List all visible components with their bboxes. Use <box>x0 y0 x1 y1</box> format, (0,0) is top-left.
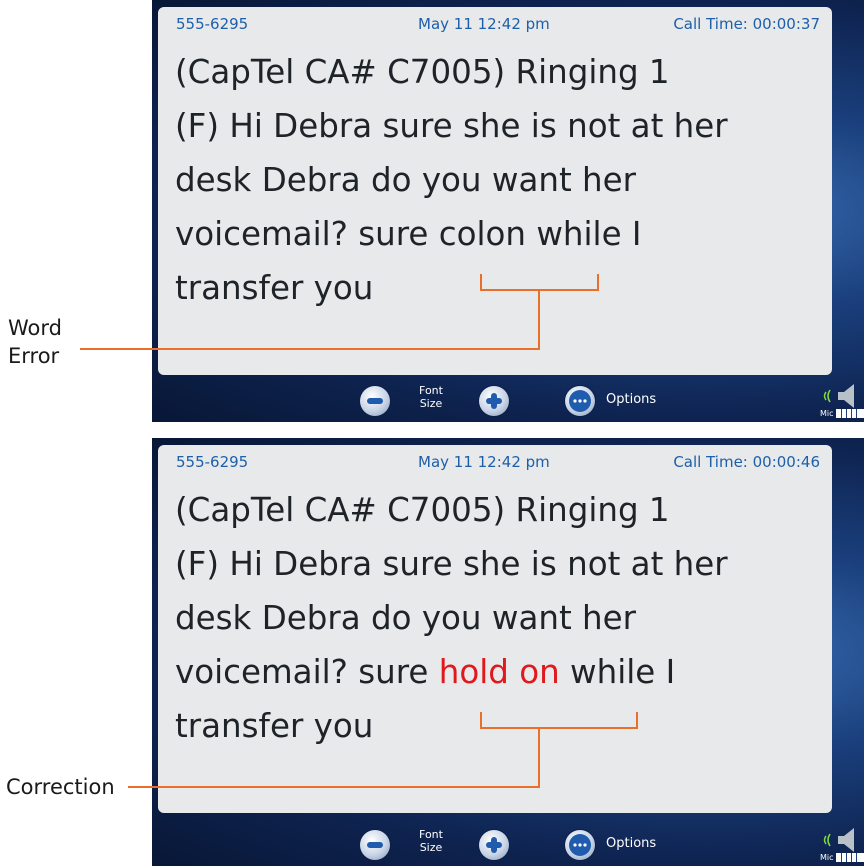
word-error-leader-line <box>80 290 540 350</box>
correction-leader-line <box>128 728 540 788</box>
callout-lines <box>80 274 638 788</box>
word-error-bracket <box>480 274 599 291</box>
correction-bracket <box>480 712 638 729</box>
